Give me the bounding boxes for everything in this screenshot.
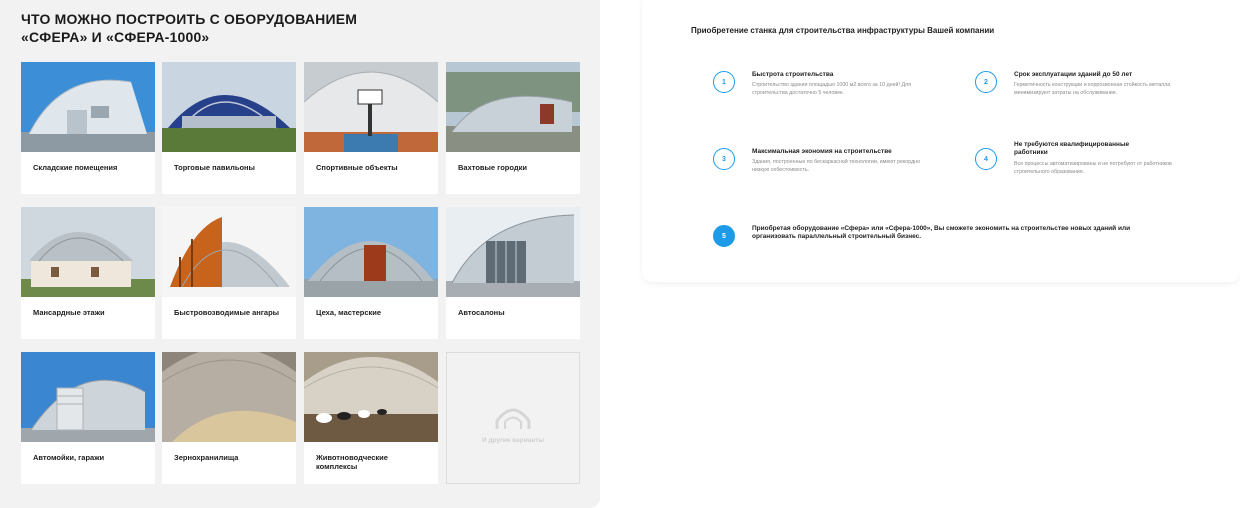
- card-label: Автосалоны: [458, 308, 505, 317]
- advantages-panel: Приобретение станка для строительства ин…: [642, 0, 1240, 282]
- card-label: Автомойки, гаражи: [33, 453, 105, 462]
- arch-building-icon: [495, 408, 531, 429]
- card-more-options[interactable]: И другие варианты: [446, 352, 580, 484]
- feature-title: Максимальная экономия на строительстве: [752, 148, 892, 155]
- card-image: [162, 207, 296, 297]
- advantages-title: Приобретение станка для строительства ин…: [691, 26, 995, 35]
- card-warehouses[interactable]: Складские помещения: [21, 62, 155, 194]
- feature-number: 2: [975, 71, 997, 93]
- card-label: Вахтовые городки: [458, 163, 527, 172]
- card-hangars[interactable]: Быстровозводимые ангары: [162, 207, 296, 339]
- feature-title: Быстрота строительства: [752, 71, 834, 78]
- card-workshops[interactable]: Цеха, мастерские: [304, 207, 438, 339]
- feature-desc: Герметичность конструкции и коррозионная…: [1014, 82, 1171, 96]
- feature-number: 3: [713, 148, 735, 170]
- card-image: [304, 352, 438, 442]
- card-label: Складские помещения: [33, 163, 118, 172]
- card-label: Животноводческие комплексы: [316, 453, 388, 471]
- feature-title: Срок эксплуатации зданий до 50 лет: [1014, 71, 1133, 78]
- card-image: [21, 352, 155, 442]
- card-livestock[interactable]: Животноводческие комплексы: [304, 352, 438, 484]
- feature-number: 1: [713, 71, 735, 93]
- card-label: Спортивные объекты: [316, 163, 398, 172]
- card-image: [304, 62, 438, 152]
- card-granaries[interactable]: Зернохранилища: [162, 352, 296, 484]
- card-car-washes[interactable]: Автомойки, гаражи: [21, 352, 155, 484]
- card-label: Зернохранилища: [174, 453, 239, 462]
- card-image: [162, 62, 296, 152]
- card-label: Быстровозводимые ангары: [174, 308, 280, 317]
- feature-title: Не требуются квалифицированные работники: [1014, 141, 1130, 156]
- card-image: [162, 352, 296, 442]
- card-label: Цеха, мастерские: [316, 308, 382, 317]
- card-image: [304, 207, 438, 297]
- card-attics[interactable]: Мансардные этажи: [21, 207, 155, 339]
- card-pavilions[interactable]: Торговые павильоны: [162, 62, 296, 194]
- card-image: [21, 207, 155, 297]
- card-camps[interactable]: Вахтовые городки: [446, 62, 580, 194]
- feature-desc: Строительство здания площадью 1000 м2 вс…: [752, 82, 911, 96]
- card-car-dealers[interactable]: Автосалоны: [446, 207, 580, 339]
- card-sports[interactable]: Спортивные объекты: [304, 62, 438, 194]
- feature-number: 5: [713, 225, 735, 247]
- feature-number: 4: [975, 148, 997, 170]
- card-label: Мансардные этажи: [33, 308, 105, 317]
- feature-title: Приобретая оборудование «Сфера» или «Сфе…: [752, 225, 1131, 240]
- card-image: [446, 207, 580, 297]
- section-title: ЧТО МОЖНО ПОСТРОИТЬ С ОБОРУДОВАНИЕМ «СФЕ…: [21, 11, 358, 45]
- feature-desc: Все процессы автоматизированы и не потре…: [1014, 161, 1172, 175]
- card-image: [21, 62, 155, 152]
- card-label: Торговые павильоны: [174, 163, 255, 172]
- feature-desc: Здания, построенные по бескаркасной техн…: [752, 159, 921, 173]
- card-image: [446, 62, 580, 152]
- buildings-panel: ЧТО МОЖНО ПОСТРОИТЬ С ОБОРУДОВАНИЕМ «СФЕ…: [0, 0, 600, 508]
- more-label: И другие варианты: [482, 437, 544, 444]
